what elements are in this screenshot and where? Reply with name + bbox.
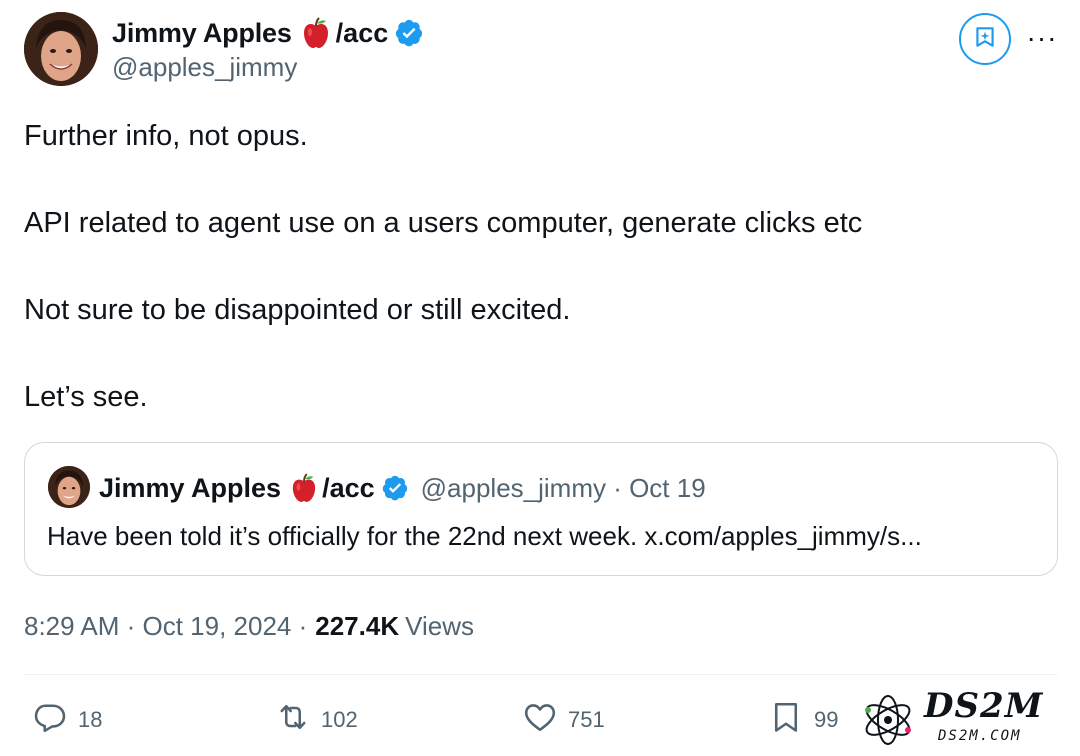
- reply-count: 18: [78, 707, 103, 732]
- heart-icon: [522, 699, 558, 741]
- tweet-meta-row: 8:29 AM · Oct 19, 2024 · 227.4K Views: [24, 607, 474, 645]
- author-handle[interactable]: @apples_jimmy: [112, 52, 297, 83]
- quoted-tweet-card[interactable]: Jimmy Apples /acc @apples_jimmy · Oct 19…: [24, 442, 1058, 576]
- author-name-row[interactable]: Jimmy Apples /acc: [112, 14, 424, 52]
- verified-badge-icon: [381, 474, 409, 502]
- reply-icon: [32, 699, 68, 741]
- like-button[interactable]: 751: [522, 698, 605, 742]
- tweet-header: Jimmy Apples /acc @apples_jimmy ···: [0, 0, 1080, 100]
- tweet-paragraph: Let’s see.: [24, 381, 148, 413]
- bookmark-button[interactable]: 99: [768, 698, 838, 742]
- watermark-subtext: DS2M.COM: [938, 728, 1022, 744]
- quoted-author-avatar[interactable]: [48, 466, 90, 508]
- bookmark-count: 99: [814, 707, 839, 732]
- bookmark-icon: [768, 699, 804, 741]
- author-name-suffix: /acc: [335, 17, 389, 48]
- like-count: 751: [568, 707, 605, 732]
- divider: [24, 674, 1058, 675]
- watermark-text: DS2M: [924, 686, 1044, 726]
- views-count: 227.4K: [315, 610, 400, 641]
- red-apple-icon: [291, 473, 317, 503]
- author-avatar[interactable]: [24, 12, 98, 86]
- views-label: Views: [405, 610, 474, 641]
- quoted-author-name[interactable]: Jimmy Apples: [99, 473, 281, 504]
- tweet-timestamp[interactable]: 8:29 AM · Oct 19, 2024 ·: [24, 611, 307, 642]
- tweet-paragraph: API related to agent use on a users comp…: [24, 207, 863, 239]
- quoted-tweet-header: Jimmy Apples /acc @apples_jimmy · Oct 19: [99, 469, 706, 507]
- grok-button[interactable]: [959, 13, 1011, 65]
- avatar-image: [24, 12, 98, 86]
- repost-count: 102: [321, 707, 358, 732]
- reply-button[interactable]: 18: [32, 698, 102, 742]
- verified-badge-icon: [394, 18, 424, 48]
- more-options-button[interactable]: ···: [1024, 20, 1060, 56]
- grok-icon: [972, 24, 998, 55]
- watermark: DS2M DS2M.COM: [858, 684, 1068, 756]
- repost-button[interactable]: 102: [275, 698, 358, 742]
- quoted-author-name-suffix: /acc: [322, 472, 375, 503]
- author-display-name[interactable]: Jimmy Apples: [112, 18, 292, 49]
- quoted-handle-date[interactable]: @apples_jimmy · Oct 19: [421, 473, 706, 504]
- tweet-paragraph: Further info, not opus.: [24, 120, 308, 152]
- quoted-tweet-text: Have been told it’s officially for the 2…: [47, 521, 922, 551]
- tweet-paragraph: Not sure to be disappointed or still exc…: [24, 294, 571, 326]
- avatar-image: [48, 466, 90, 508]
- repost-icon: [275, 699, 311, 741]
- red-apple-icon: [302, 17, 330, 49]
